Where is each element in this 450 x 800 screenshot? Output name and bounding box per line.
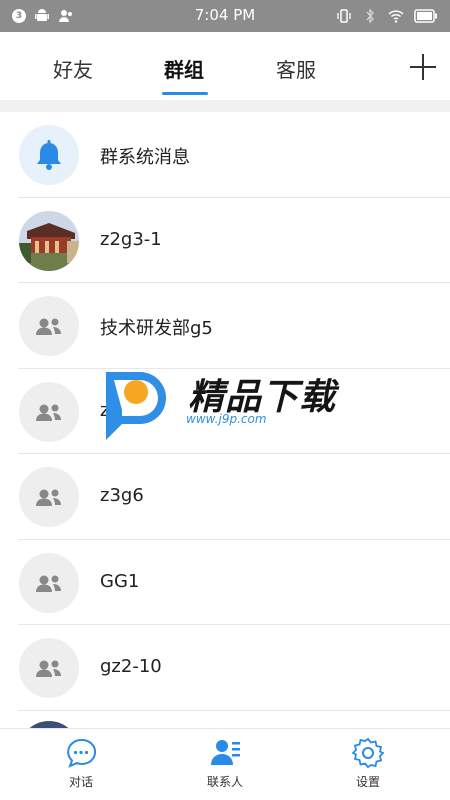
list-item[interactable]: 群系统消息 xyxy=(0,112,450,198)
group-icon xyxy=(36,404,61,421)
avatar xyxy=(19,638,79,698)
group-title: z1-1 xyxy=(100,399,139,421)
nav-contacts-label: 联系人 xyxy=(206,775,243,789)
bell-icon xyxy=(37,140,61,170)
list-item[interactable]: gz2-10 xyxy=(0,625,450,711)
group-title: z2g3-1 xyxy=(100,228,162,250)
tab-groups[interactable]: 群组 xyxy=(164,54,204,83)
avatar xyxy=(19,467,79,527)
contacts-icon xyxy=(211,740,240,765)
nav-settings[interactable]: 设置 xyxy=(328,737,408,790)
group-list: 群系统消息 z2g3-1 技术研发部g5 z1-1 z3g6 GG1 gz2-1… xyxy=(0,112,450,796)
chat-bubble-icon xyxy=(67,738,97,768)
group-icon xyxy=(36,660,61,677)
group-title: 群系统消息 xyxy=(100,147,190,168)
bottom-nav: 对话 联系人 设置 xyxy=(0,728,450,800)
active-tab-indicator xyxy=(162,92,208,95)
avatar xyxy=(19,125,79,185)
tab-customer-service[interactable]: 客服 xyxy=(276,54,316,83)
list-item[interactable]: z1-1 xyxy=(0,368,450,454)
avatar xyxy=(19,296,79,356)
bluetooth-icon xyxy=(366,8,374,24)
group-tabs: 好友 群组 客服 xyxy=(0,32,450,100)
section-separator xyxy=(0,100,450,112)
battery-icon xyxy=(414,9,437,23)
group-title: GG1 xyxy=(100,570,140,592)
temple-photo xyxy=(19,210,79,271)
plus-icon[interactable] xyxy=(410,54,436,80)
nav-contacts[interactable]: 联系人 xyxy=(185,737,265,790)
list-item[interactable]: z3g6 xyxy=(0,454,450,540)
avatar xyxy=(19,552,79,613)
nav-chat-label: 对话 xyxy=(68,775,93,789)
group-title: z3g6 xyxy=(100,485,144,506)
group-icon xyxy=(36,489,61,506)
avatar xyxy=(19,210,79,271)
group-icon xyxy=(36,318,61,335)
list-item[interactable]: z2g3-1 xyxy=(0,197,450,283)
wifi-icon xyxy=(388,10,404,23)
list-item[interactable]: 技术研发部g5 xyxy=(0,283,450,369)
nav-settings-label: 设置 xyxy=(355,775,380,789)
group-title: gz2-10 xyxy=(100,656,162,677)
group-title: 技术研发部g5 xyxy=(100,318,213,339)
status-bar: 3 7:04 PM xyxy=(0,0,450,32)
group-icon xyxy=(36,575,61,592)
nav-chat[interactable]: 对话 xyxy=(41,737,121,790)
tab-friends[interactable]: 好友 xyxy=(53,54,93,83)
list-item[interactable]: GG1 xyxy=(0,539,450,625)
avatar xyxy=(19,381,79,442)
settings-gear-icon xyxy=(352,737,384,769)
vibrate-icon xyxy=(337,9,351,23)
